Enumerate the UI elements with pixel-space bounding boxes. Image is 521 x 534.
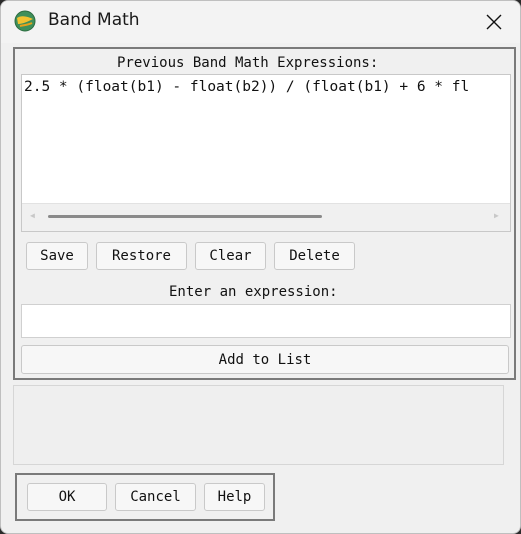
globe-icon bbox=[14, 10, 36, 32]
enter-expression-label: Enter an expression: bbox=[169, 284, 338, 300]
previous-expressions-label: Previous Band Math Expressions: bbox=[117, 55, 379, 71]
band-math-dialog: Band Math Previous Band Math Expressions… bbox=[0, 0, 521, 534]
expressions-listbox[interactable]: 2.5 * (float(b1) - float(b2)) / (float(b… bbox=[21, 74, 511, 232]
close-button[interactable] bbox=[468, 1, 520, 43]
help-button[interactable]: Help bbox=[204, 483, 265, 511]
title-bar: Band Math bbox=[1, 1, 520, 43]
scrollbar-thumb[interactable] bbox=[48, 215, 322, 218]
expression-input[interactable] bbox=[21, 304, 511, 338]
save-button[interactable]: Save bbox=[26, 242, 88, 270]
restore-button[interactable]: Restore bbox=[96, 242, 187, 270]
scroll-left-icon[interactable]: ◀ bbox=[30, 211, 38, 221]
horizontal-scrollbar[interactable]: ◀ ▶ bbox=[22, 203, 510, 231]
scroll-right-icon[interactable]: ▶ bbox=[494, 211, 502, 221]
expression-list-item[interactable]: 2.5 * (float(b1) - float(b2)) / (float(b… bbox=[24, 79, 469, 95]
clear-button[interactable]: Clear bbox=[195, 242, 266, 270]
close-icon bbox=[486, 14, 502, 30]
add-to-list-button[interactable]: Add to List bbox=[21, 345, 509, 374]
window-title: Band Math bbox=[48, 10, 140, 30]
status-panel bbox=[13, 385, 504, 465]
ok-button[interactable]: OK bbox=[27, 483, 107, 511]
delete-button[interactable]: Delete bbox=[274, 242, 355, 270]
cancel-button[interactable]: Cancel bbox=[115, 483, 196, 511]
